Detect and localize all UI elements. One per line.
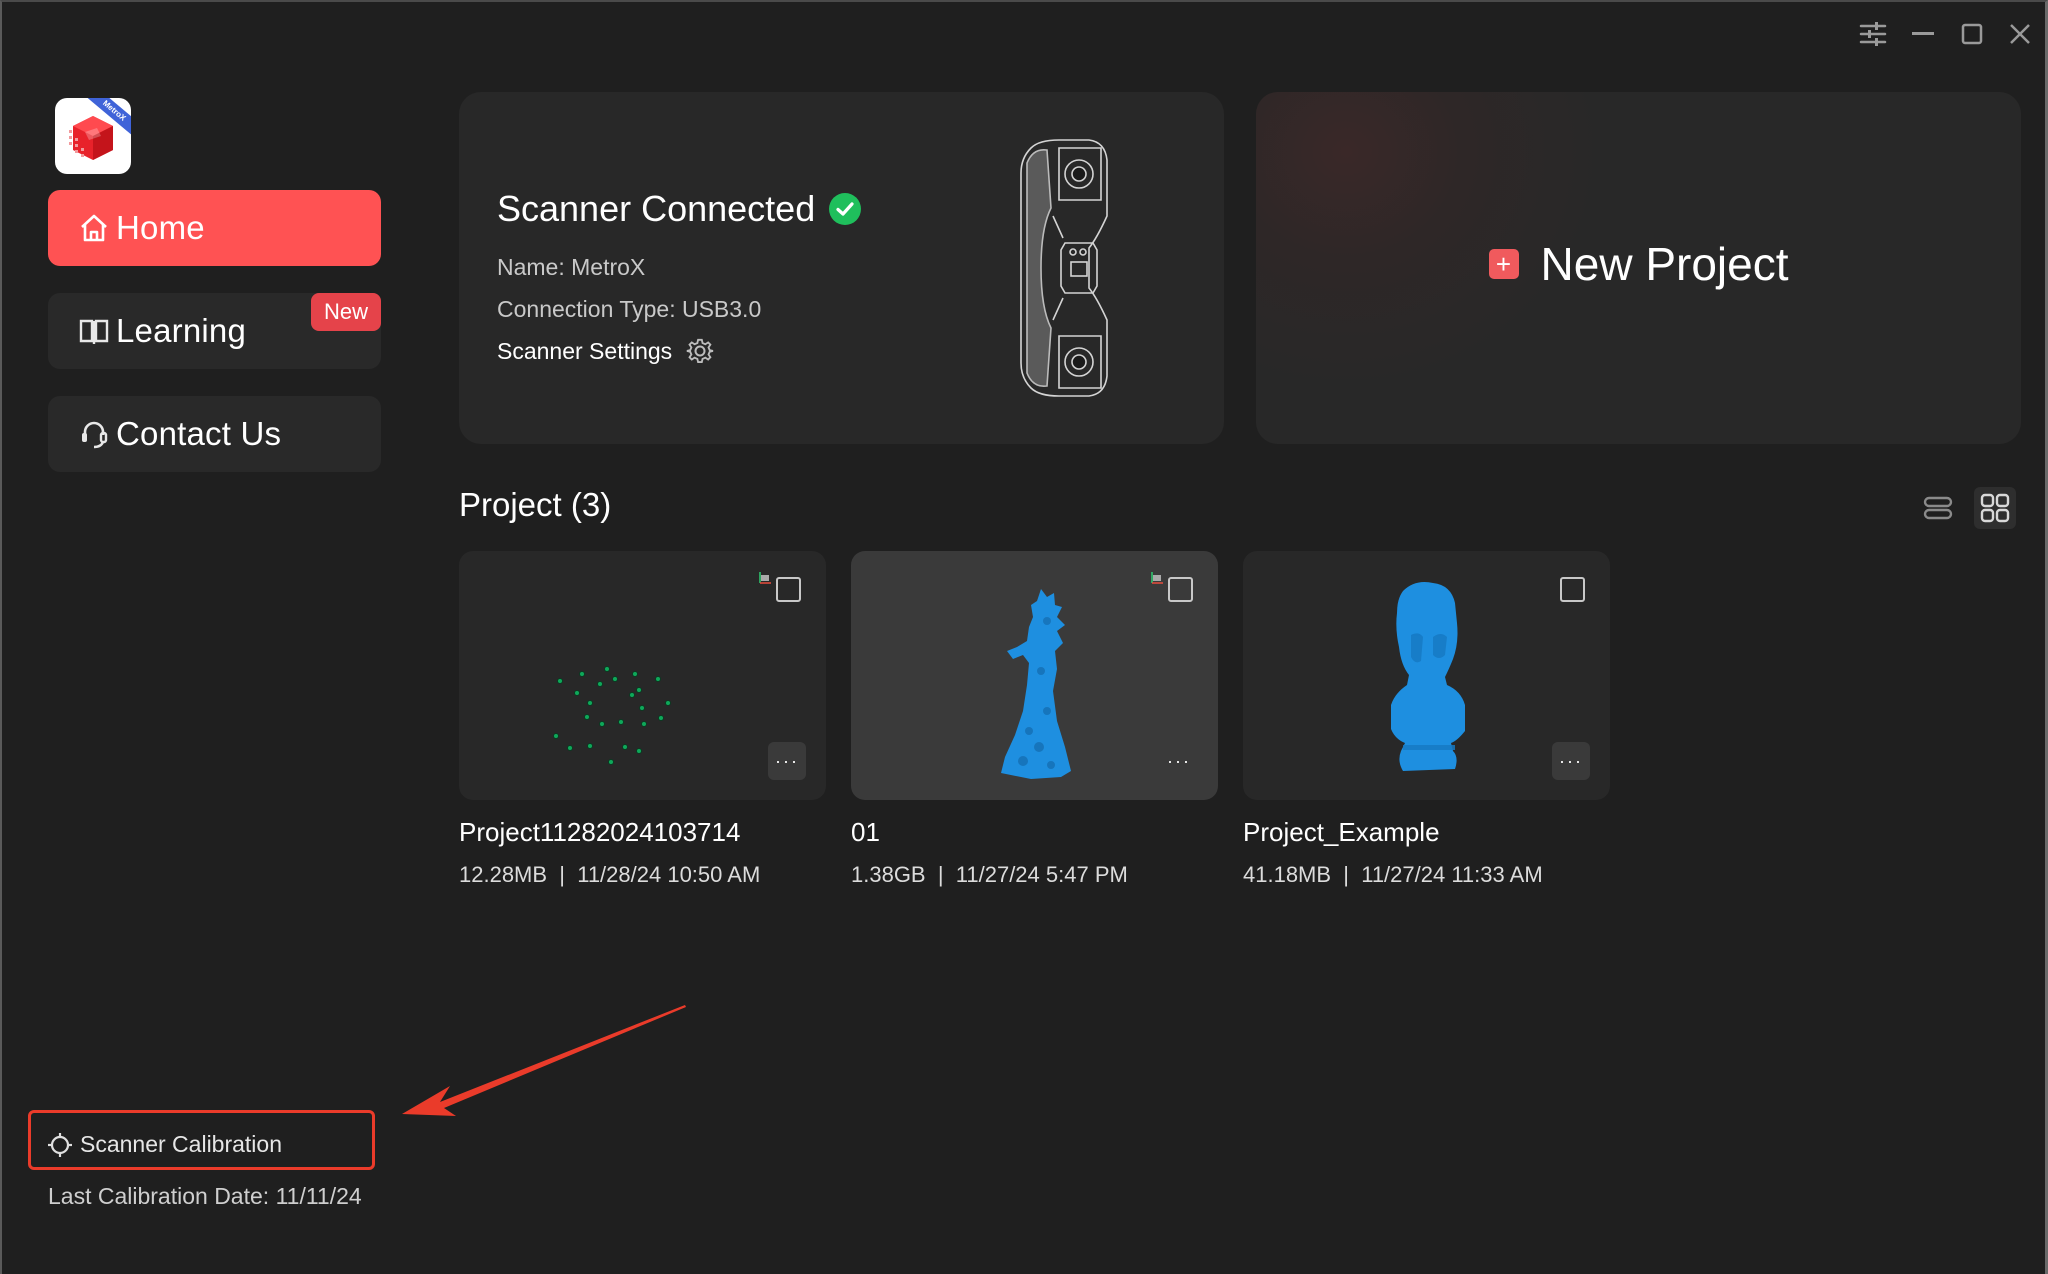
scanner-status: Scanner Connected: [497, 188, 862, 230]
more-options-button[interactable]: ···: [1160, 742, 1198, 780]
settings-sliders-icon[interactable]: [1853, 14, 1893, 54]
sidebar-item-home[interactable]: Home: [48, 190, 381, 266]
scanner-calibration-button[interactable]: Scanner Calibration: [48, 1131, 282, 1158]
sidebar-item-label: Contact Us: [116, 415, 282, 452]
last-calibration-date: Last Calibration Date: 11/11/24: [48, 1183, 362, 1209]
sidebar-item-learning[interactable]: Learning New: [48, 293, 381, 369]
project-name[interactable]: Project11282024103714: [459, 817, 740, 848]
select-checkbox[interactable]: [776, 577, 801, 602]
list-view-icon: [1923, 496, 1953, 520]
grid-view-button[interactable]: [1974, 487, 2016, 529]
more-options-button[interactable]: ···: [1552, 742, 1590, 780]
scanner-connection-type: Connection Type: USB3.0: [497, 296, 762, 322]
project-card[interactable]: ···: [851, 551, 1218, 800]
new-badge: New: [311, 293, 381, 331]
select-checkbox[interactable]: [1560, 577, 1585, 602]
app-logo: MetroX: [55, 98, 131, 174]
crosshair-icon: [48, 1132, 72, 1157]
list-view-button[interactable]: [1917, 487, 1959, 529]
close-icon[interactable]: [2000, 14, 2040, 54]
scanner-name: Name: MetroX: [497, 254, 646, 280]
axis-gizmo-icon: [1151, 572, 1163, 584]
gear-icon[interactable]: [686, 337, 714, 365]
select-checkbox[interactable]: [1168, 577, 1193, 602]
scanner-status-title: Scanner Connected: [497, 188, 816, 229]
projects-heading: Project (3): [459, 486, 612, 523]
check-circle-icon: [829, 193, 862, 225]
minimize-icon[interactable]: [1903, 14, 1943, 54]
scanner-settings-label: Scanner Settings: [497, 337, 673, 364]
project-meta: 12.28MB | 11/28/24 10:50 AM: [459, 862, 761, 887]
grid-view-icon: [1980, 493, 2010, 523]
scanner-device-image: [1020, 139, 1108, 397]
scanner-status-card: Scanner Connected Name: MetroX Connectio…: [459, 92, 1224, 444]
project-name[interactable]: Project_Example: [1243, 817, 1440, 848]
scanner-calibration-label: Scanner Calibration: [80, 1131, 283, 1157]
book-icon: [78, 315, 110, 347]
sidebar-item-label: Home: [116, 209, 205, 246]
headset-icon: [78, 418, 110, 450]
plus-square-icon: +: [1488, 249, 1519, 279]
new-project-label: New Project: [1540, 238, 1789, 290]
new-project-button[interactable]: + New Project: [1256, 92, 2021, 444]
annotation-arrow: [402, 1005, 686, 1116]
project-card[interactable]: ···: [459, 551, 826, 800]
scanner-settings-link[interactable]: Scanner Settings: [497, 337, 714, 365]
sidebar-item-contact-us[interactable]: Contact Us: [48, 396, 381, 472]
maximize-icon[interactable]: [1952, 14, 1992, 54]
home-icon: [78, 212, 110, 244]
project-card[interactable]: ···: [1243, 551, 1610, 800]
project-meta: 41.18MB | 11/27/24 11:33 AM: [1243, 862, 1543, 887]
axis-gizmo-icon: [759, 572, 771, 584]
project-meta: 1.38GB | 11/27/24 5:47 PM: [851, 862, 1128, 887]
project-name[interactable]: 01: [851, 817, 880, 848]
sidebar-item-label: Learning: [116, 312, 247, 349]
more-options-button[interactable]: ···: [768, 742, 806, 780]
